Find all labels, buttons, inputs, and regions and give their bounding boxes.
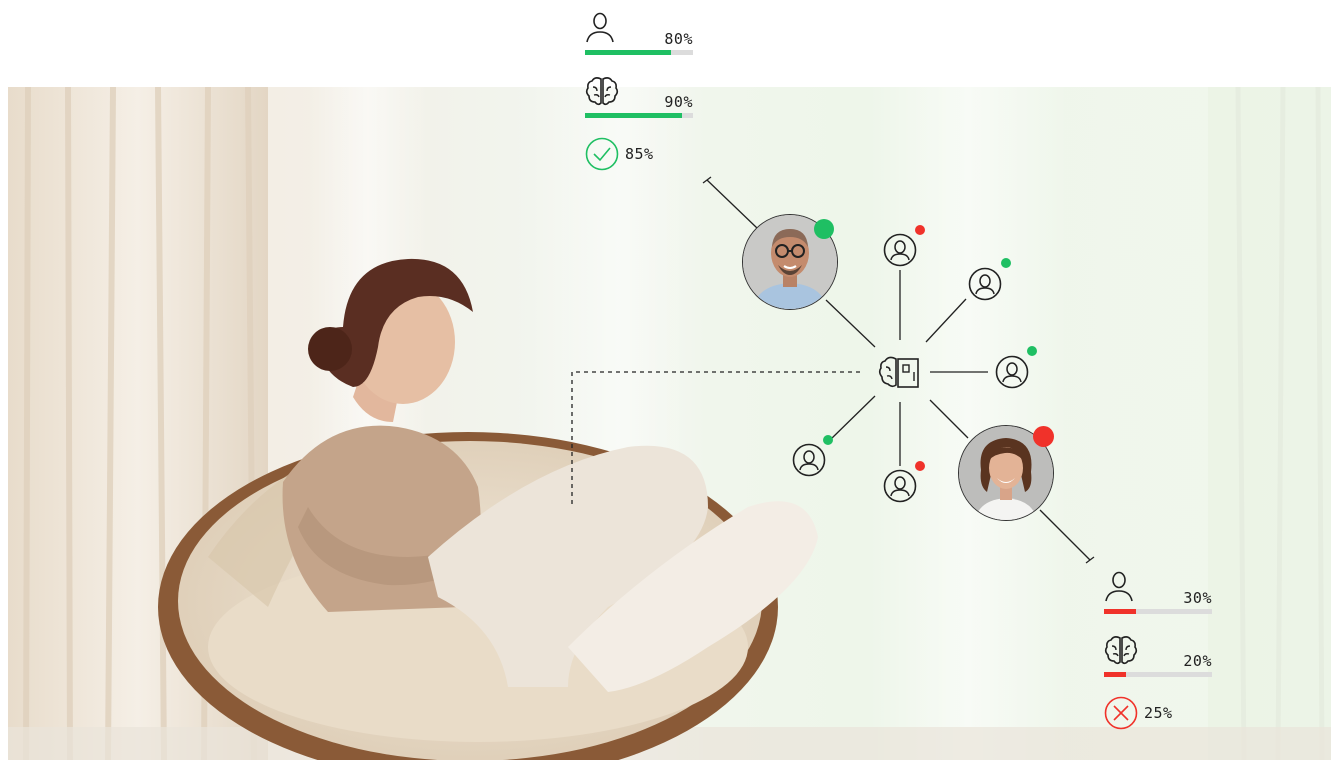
top-intelligence-bar-fill [585, 113, 683, 118]
candidate-node-3-status-dot [1027, 346, 1037, 356]
user-circle-icon [968, 267, 1002, 301]
brain-icon [1104, 636, 1138, 665]
user-circle-icon [792, 443, 826, 477]
top-personality-bar-fill [585, 50, 672, 55]
bottom-personality-bar-fill [1104, 609, 1137, 614]
top-overall-value: 85% [625, 145, 654, 163]
bottom-overall-value: 25% [1144, 704, 1173, 722]
top-personality-bar [585, 50, 693, 55]
bottom-avatar-status-dot [1033, 426, 1054, 447]
bottom-personality-bar [1104, 609, 1212, 614]
top-avatar-status-dot [814, 219, 834, 239]
ai-brain-icon [878, 356, 919, 388]
candidate-node-5-status-dot [823, 435, 833, 445]
ai-hub[interactable] [878, 353, 922, 397]
person-icon [1105, 571, 1133, 602]
top-personality-value: 80% [664, 30, 693, 48]
candidate-node-3[interactable] [995, 355, 1029, 393]
user-circle-icon [995, 355, 1029, 389]
top-intelligence-bar [585, 113, 693, 118]
brain-icon [585, 77, 619, 106]
candidate-node-4-status-dot [915, 461, 925, 471]
candidate-node-5[interactable] [792, 443, 826, 481]
bottom-intelligence-bar [1104, 672, 1212, 677]
user-circle-icon [883, 469, 917, 503]
candidate-node-1[interactable] [883, 233, 917, 271]
bottom-personality-value: 30% [1183, 589, 1212, 607]
check-circle-icon [585, 137, 619, 171]
candidate-node-1-status-dot [915, 225, 925, 235]
candidate-node-2-status-dot [1001, 258, 1011, 268]
user-circle-icon [883, 233, 917, 267]
candidate-node-4[interactable] [883, 469, 917, 507]
top-intelligence-value: 90% [664, 93, 693, 111]
x-circle-icon [1104, 696, 1138, 730]
candidate-node-2[interactable] [968, 267, 1002, 305]
person-icon [586, 12, 614, 43]
bottom-intelligence-value: 20% [1183, 652, 1212, 670]
bottom-intelligence-bar-fill [1104, 672, 1126, 677]
